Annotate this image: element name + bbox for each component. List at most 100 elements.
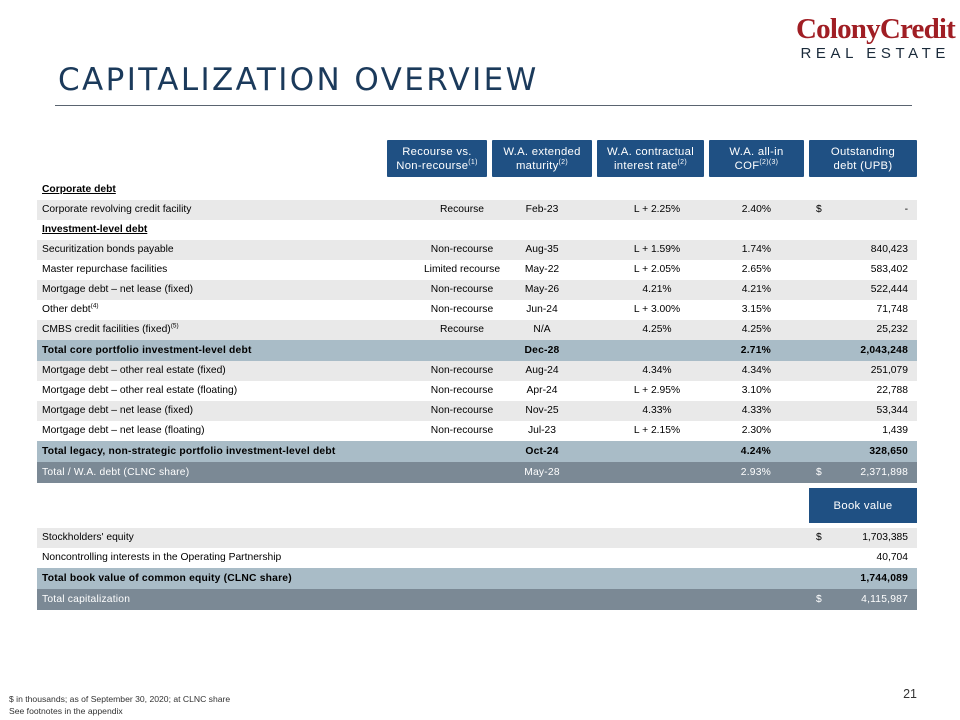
header-outstanding: Outstanding debt (UPB) xyxy=(809,140,917,177)
footnote-marker: (5) xyxy=(170,322,179,330)
table-row: Stockholders' equity $ 1,703,385 xyxy=(37,528,917,548)
row-label: Other debt(4) xyxy=(42,300,99,320)
amount-cell: 1,703,385 xyxy=(862,532,908,543)
logo-tagline: REAL ESTATE xyxy=(800,45,950,62)
section-corporate-debt: Corporate debt xyxy=(37,180,917,200)
maturity-cell: Apr-24 xyxy=(526,385,558,396)
cof-cell: 2.30% xyxy=(741,425,771,436)
row-label: Mortgage debt – net lease (floating) xyxy=(42,425,205,436)
amount-cell: 2,371,898 xyxy=(860,467,908,478)
maturity-cell: Feb-23 xyxy=(525,204,559,215)
cof-cell: 4.33% xyxy=(741,405,771,416)
maturity-cell: Jul-23 xyxy=(527,425,557,436)
table-row: Mortgage debt – net lease (floating) Non… xyxy=(37,421,917,441)
row-label: Master repurchase facilities xyxy=(42,264,168,275)
total-row-debt: Total / W.A. debt (CLNC share) May-28 2.… xyxy=(37,462,917,483)
amount-cell: 53,344 xyxy=(876,405,909,416)
cof-cell: 2.93% xyxy=(740,467,771,478)
maturity-cell: N/A xyxy=(533,324,551,335)
header-book-value: Book value xyxy=(809,488,917,523)
amount-cell: 25,232 xyxy=(876,324,909,335)
book-value-header-row: Book value xyxy=(37,488,917,528)
amount-cell: 22,788 xyxy=(876,385,909,396)
header-cof-line1: W.A. all-in xyxy=(729,145,784,158)
header-interest-line2: interest rate xyxy=(613,159,678,172)
page-number: 21 xyxy=(903,687,917,701)
table-row: Securitization bonds payable Non-recours… xyxy=(37,240,917,260)
amount-cell: 1,744,089 xyxy=(860,573,908,584)
subtotal-row-core: Total core portfolio investment-level de… xyxy=(37,340,917,361)
amount-cell: - xyxy=(904,204,908,215)
row-label: Corporate revolving credit facility xyxy=(42,204,192,215)
title-divider xyxy=(55,105,912,106)
maturity-cell: May-22 xyxy=(524,264,560,275)
maturity-cell: Nov-25 xyxy=(525,405,559,416)
cof-cell: 2.71% xyxy=(740,345,771,356)
section-investment-debt: Investment-level debt xyxy=(37,220,917,240)
cof-cell: 1.74% xyxy=(741,244,771,255)
amount-cell: 40,704 xyxy=(876,552,909,563)
logo-wordmark: ColonyCredit xyxy=(796,13,956,45)
cof-cell: 2.65% xyxy=(741,264,771,275)
section-label: Investment-level debt xyxy=(42,224,148,235)
header-recourse-line2: Non-recourse xyxy=(396,159,469,172)
amount-cell: 4,115,987 xyxy=(861,594,908,605)
header-interest: W.A. contractual interest rate(2) xyxy=(597,140,704,177)
row-label: Total / W.A. debt (CLNC share) xyxy=(42,467,190,478)
footer-note: See footnotes in the appendix xyxy=(9,706,123,716)
header-outstanding-line2: debt (UPB) xyxy=(833,159,893,172)
total-row-capitalization: Total capitalization $ 4,115,987 xyxy=(37,589,917,610)
row-label-text: Other debt xyxy=(42,304,91,315)
row-label: Total capitalization xyxy=(42,594,131,605)
amount-cell: 583,402 xyxy=(870,264,908,275)
maturity-cell: Aug-35 xyxy=(525,244,559,255)
maturity-cell: Dec-28 xyxy=(524,345,560,356)
header-cof-line2: COF xyxy=(734,159,760,172)
footnote-marker: (2)(3) xyxy=(759,158,779,166)
footnote-marker: (2) xyxy=(558,158,569,166)
header-maturity-line1: W.A. extended xyxy=(503,145,581,158)
section-label: Corporate debt xyxy=(42,184,116,195)
header-cof: W.A. all-in COF(2)(3) xyxy=(709,140,804,177)
amount-cell: 71,748 xyxy=(876,304,909,315)
row-label: Mortgage debt – other real estate (fixed… xyxy=(42,365,226,376)
table-header-row: Recourse vs. Non-recourse(1) W.A. extende… xyxy=(37,140,917,180)
table-row: Mortgage debt – other real estate (float… xyxy=(37,381,917,401)
header-recourse-line1: Recourse vs. xyxy=(402,145,472,158)
table-row: Mortgage debt – other real estate (fixed… xyxy=(37,361,917,381)
maturity-cell: May-28 xyxy=(524,467,560,478)
maturity-cell: Jun-24 xyxy=(526,304,558,315)
header-recourse: Recourse vs. Non-recourse(1) xyxy=(387,140,487,177)
row-label: Mortgage debt – net lease (fixed) xyxy=(42,284,194,295)
amount-cell: 840,423 xyxy=(870,244,908,255)
amount-cell: 1,439 xyxy=(882,425,908,436)
cof-cell: 3.15% xyxy=(741,304,771,315)
row-label: Total book value of common equity (CLNC … xyxy=(42,573,292,584)
maturity-cell: Oct-24 xyxy=(525,446,559,457)
footnote-marker: (2) xyxy=(677,158,688,166)
footnote-marker: (1) xyxy=(468,158,478,166)
amount-cell: 522,444 xyxy=(870,284,908,295)
table-row: CMBS credit facilities (fixed)(5) Recour… xyxy=(37,320,917,340)
amount-cell: 2,043,248 xyxy=(860,345,908,356)
table-row: Noncontrolling interests in the Operatin… xyxy=(37,548,917,568)
amount-cell: 328,650 xyxy=(869,446,908,457)
header-maturity-line2: maturity xyxy=(515,159,559,172)
table-row: Mortgage debt – net lease (fixed) Non-re… xyxy=(37,401,917,421)
maturity-cell: May-26 xyxy=(524,284,560,295)
subtotal-row-legacy: Total legacy, non-strategic portfolio in… xyxy=(37,441,917,462)
row-label: Mortgage debt – net lease (fixed) xyxy=(42,405,194,416)
header-maturity: W.A. extended maturity(2) xyxy=(492,140,592,177)
row-label-text: CMBS credit facilities (fixed) xyxy=(42,324,171,335)
maturity-cell: Aug-24 xyxy=(525,365,559,376)
footnote-marker: (4) xyxy=(90,302,99,310)
table-row: Other debt(4) Non-recourse Jun-24 L + 3.… xyxy=(37,300,917,320)
amount-cell: 251,079 xyxy=(870,365,908,376)
header-interest-line1: W.A. contractual xyxy=(606,145,695,158)
row-label: Mortgage debt – other real estate (float… xyxy=(42,385,238,396)
row-label: CMBS credit facilities (fixed)(5) xyxy=(42,320,179,340)
table-row: Corporate revolving credit facility Reco… xyxy=(37,200,917,220)
header-outstanding-line1: Outstanding xyxy=(830,145,896,158)
table-row: Master repurchase facilities Limited rec… xyxy=(37,260,917,280)
row-label: Stockholders' equity xyxy=(42,532,134,543)
